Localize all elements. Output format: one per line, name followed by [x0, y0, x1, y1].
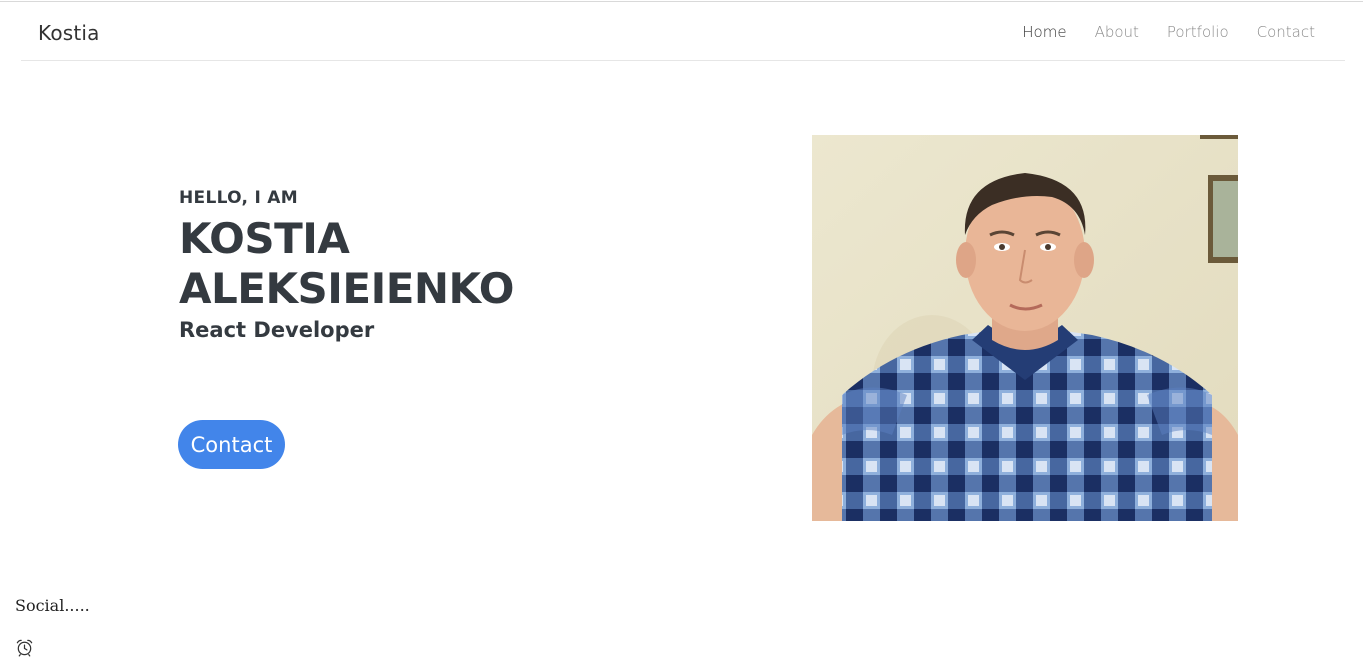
navbar: Kostia Home About Portfolio Contact [21, 2, 1345, 61]
brand-link[interactable]: Kostia [38, 21, 100, 45]
hero-name: KOSTIA ALEKSIEIENKO [179, 214, 514, 314]
greeting: HELLO, I AM [179, 188, 298, 208]
hero-text: HELLO, I AM KOSTIA ALEKSIEIENKO React De… [179, 188, 514, 342]
nav-link-about[interactable]: About [1095, 23, 1139, 41]
nav-link-contact[interactable]: Contact [1257, 23, 1315, 41]
alarm-clock-icon [16, 639, 33, 657]
nav-links: Home About Portfolio Contact [994, 23, 1315, 41]
role-title: React Developer [179, 318, 375, 342]
nav-link-portfolio[interactable]: Portfolio [1167, 23, 1229, 41]
name-line-1: KOSTIA [179, 214, 350, 263]
name-line-2: ALEKSIEIENKO [179, 264, 514, 313]
social-text: Social..... [15, 596, 90, 615]
nav-link-home[interactable]: Home [1022, 23, 1066, 41]
contact-button[interactable]: Contact [178, 420, 285, 469]
profile-photo [812, 135, 1238, 521]
